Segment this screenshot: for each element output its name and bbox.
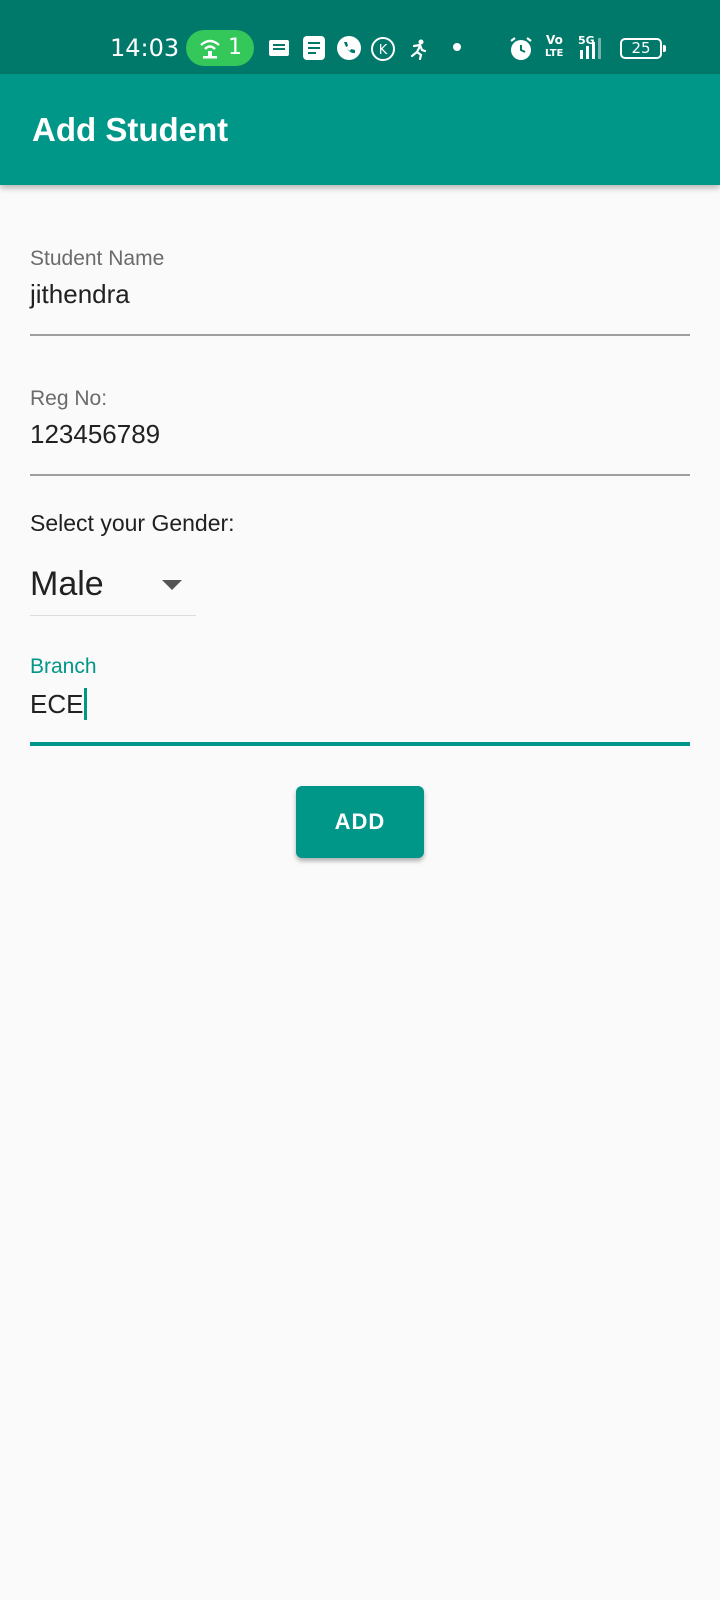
hotspot-indicator[interactable]: 1 <box>186 30 254 66</box>
text-cursor <box>84 688 88 720</box>
signal-icon <box>580 38 601 59</box>
gender-dropdown[interactable]: Male <box>30 560 196 616</box>
message-icon <box>269 40 289 56</box>
k-app-icon: K <box>371 37 395 61</box>
hotspot-icon <box>200 39 220 59</box>
alarm-icon <box>510 37 532 60</box>
lte-label: LTE <box>545 48 564 59</box>
hotspot-count: 1 <box>228 35 242 60</box>
svg-text:K: K <box>379 43 388 58</box>
student-name-label: Student Name <box>30 247 165 270</box>
notes-icon <box>303 36 325 60</box>
student-name-input[interactable]: jithendra <box>30 278 130 310</box>
branch-input[interactable]: ECE <box>30 688 88 720</box>
add-button[interactable]: ADD <box>296 786 424 858</box>
dot-icon <box>453 43 461 51</box>
branch-label: Branch <box>30 655 97 678</box>
app-bar: Add Student <box>0 74 720 185</box>
running-icon <box>410 39 427 60</box>
phone-icon <box>337 36 361 60</box>
gender-label: Select your Gender: <box>30 510 235 536</box>
battery-icon: 25 <box>620 38 666 59</box>
volte-label: Vo <box>546 33 563 47</box>
gender-selected-value: Male <box>30 565 104 603</box>
page-title: Add Student <box>32 111 229 148</box>
student-name-underline <box>30 334 690 336</box>
status-time: 14:03 <box>110 34 180 62</box>
status-bar: 14:03 1 K Vo LTE 5G 25 <box>0 0 720 74</box>
dropdown-arrow-icon <box>162 580 182 590</box>
reg-no-label: Reg No: <box>30 387 108 410</box>
reg-no-input[interactable]: 123456789 <box>30 418 160 450</box>
battery-level: 25 <box>631 39 651 57</box>
branch-input-text: ECE <box>30 689 84 719</box>
reg-no-underline <box>30 474 690 476</box>
branch-underline <box>30 742 690 746</box>
